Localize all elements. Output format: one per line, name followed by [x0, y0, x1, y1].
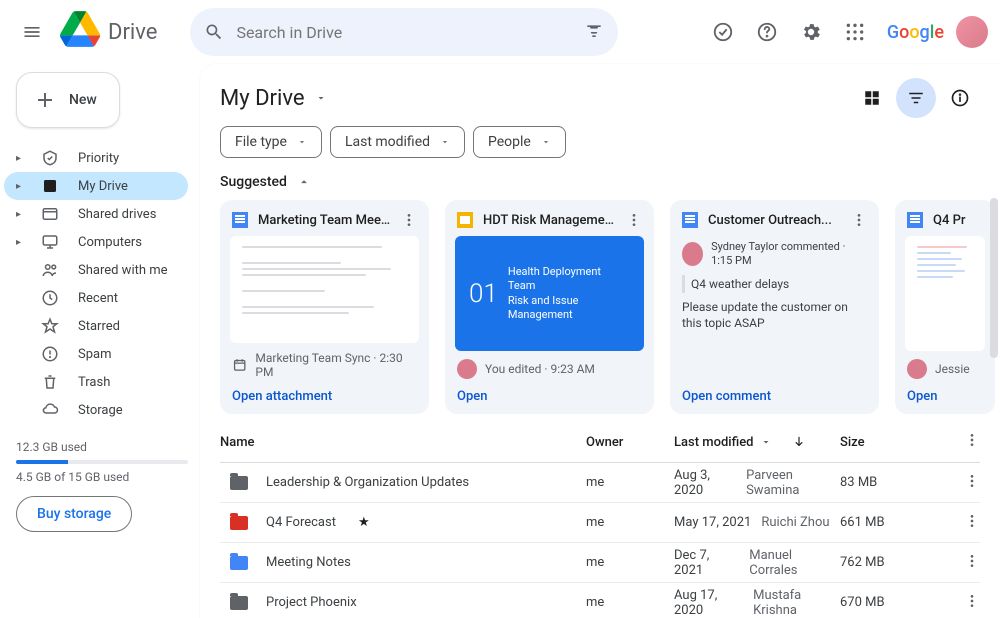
chevron-right-icon: ▸ — [16, 237, 26, 248]
column-menu[interactable] — [950, 432, 980, 452]
main-content: My Drive File typeLast modifiedPeople Su… — [200, 64, 1000, 618]
buy-storage-button[interactable]: Buy storage — [16, 496, 132, 532]
row-more-button[interactable] — [950, 593, 980, 613]
chevron-right-icon: ▸ — [16, 153, 26, 164]
ready-offline-icon[interactable] — [703, 12, 743, 52]
plus-icon — [33, 88, 57, 112]
folder-icon — [230, 516, 248, 530]
layout-grid-button[interactable] — [852, 78, 892, 118]
chevron-down-icon — [315, 92, 327, 104]
avatar — [907, 359, 927, 379]
card-title: HDT Risk Management — [483, 213, 616, 228]
chevron-up-icon — [297, 175, 311, 189]
storage-used: 12.3 GB used — [16, 440, 188, 454]
sidebar-item-storage[interactable]: Storage — [4, 396, 188, 424]
card-thumbnail — [230, 236, 419, 343]
search-options-icon[interactable] — [584, 22, 604, 42]
column-name[interactable]: Name — [220, 435, 586, 450]
account-avatar[interactable] — [956, 16, 988, 48]
card-title: Marketing Team Meetin... — [258, 213, 391, 228]
sidebar-item-priority[interactable]: ▸Priority — [4, 144, 188, 172]
card-thumbnail — [905, 236, 985, 351]
google-logo: Google — [887, 22, 944, 43]
comment-body: Please update the customer on this topic… — [682, 299, 867, 333]
sidebar-item-shared-drives[interactable]: ▸Shared drives — [4, 200, 188, 228]
card-title: Customer Outreach... — [708, 213, 841, 228]
table-row[interactable]: Leadership & Organization UpdatesmeAug 3… — [220, 463, 980, 503]
folder-icon — [230, 476, 248, 490]
suggested-card[interactable]: HDT Risk Management 01 Health Deployment… — [445, 200, 654, 414]
drive-icon — [60, 9, 100, 55]
chevron-down-icon — [541, 137, 551, 147]
more-icon[interactable] — [401, 212, 417, 228]
row-more-button[interactable] — [950, 473, 980, 493]
avatar — [457, 359, 477, 379]
storage-quota: 4.5 GB of 15 GB used — [16, 470, 188, 484]
folder-icon — [230, 596, 248, 610]
column-owner[interactable]: Owner — [586, 435, 674, 450]
slides-icon — [457, 212, 473, 228]
sidebar-item-recent[interactable]: Recent — [4, 284, 188, 312]
settings-icon[interactable] — [791, 12, 831, 52]
sidebar-item-computers[interactable]: ▸Computers — [4, 228, 188, 256]
chevron-down-icon — [297, 137, 307, 147]
drive-logo[interactable]: Drive — [60, 9, 157, 55]
chevron-down-icon — [440, 137, 450, 147]
more-icon[interactable] — [626, 212, 642, 228]
new-button[interactable]: New — [16, 72, 120, 128]
card-action[interactable]: Open — [905, 383, 985, 404]
main-menu-button[interactable] — [12, 12, 52, 52]
help-icon[interactable] — [747, 12, 787, 52]
table-row[interactable]: Q4 Forecast★meMay 17, 2021 Ruichi Zhou66… — [220, 503, 980, 543]
table-row[interactable]: Project PhoenixmeAug 17, 2020 Mustafa Kr… — [220, 583, 980, 618]
sidebar-item-trash[interactable]: Trash — [4, 368, 188, 396]
sidebar-item-starred[interactable]: Starred — [4, 312, 188, 340]
suggested-card[interactable]: Customer Outreach... Sydney Taylor comme… — [670, 200, 879, 414]
row-more-button[interactable] — [950, 513, 980, 533]
card-title: Q4 Pr — [933, 213, 983, 228]
suggested-section-toggle[interactable]: Suggested — [200, 170, 1000, 200]
suggested-card[interactable]: Q4 Pr Jessie Open — [895, 200, 995, 414]
product-name: Drive — [108, 20, 157, 45]
sort-arrow-down-icon[interactable] — [792, 435, 806, 449]
view-filter-button[interactable] — [896, 78, 936, 118]
chevron-right-icon: ▸ — [16, 181, 26, 192]
card-action[interactable]: Open — [455, 383, 644, 404]
more-icon[interactable] — [851, 212, 867, 228]
filter-chip-file-type[interactable]: File type — [220, 126, 322, 158]
info-button[interactable] — [940, 78, 980, 118]
apps-icon[interactable] — [835, 12, 875, 52]
filter-chip-people[interactable]: People — [473, 126, 566, 158]
doc-icon — [682, 212, 698, 228]
card-action[interactable]: Open attachment — [230, 383, 419, 404]
card-action[interactable]: Open comment — [680, 383, 869, 404]
scrollbar[interactable] — [990, 198, 998, 358]
storage-bar — [16, 460, 188, 464]
search-icon — [204, 22, 224, 42]
star-icon: ★ — [358, 515, 370, 530]
page-title[interactable]: My Drive — [220, 86, 327, 111]
doc-icon — [907, 212, 923, 228]
search-input[interactable] — [236, 23, 572, 42]
chevron-down-icon — [760, 436, 772, 448]
folder-icon — [230, 556, 248, 570]
column-size[interactable]: Size — [840, 435, 950, 450]
search-bar[interactable] — [190, 8, 618, 56]
filter-chip-last-modified[interactable]: Last modified — [330, 126, 465, 158]
row-more-button[interactable] — [950, 553, 980, 573]
calendar-icon — [232, 357, 247, 373]
sidebar-item-my-drive[interactable]: ▸My Drive — [4, 172, 188, 200]
doc-icon — [232, 212, 248, 228]
comment-subject: Q4 weather delays — [682, 275, 867, 293]
card-thumbnail: 01 Health Deployment TeamRisk and Issue … — [455, 236, 644, 351]
chevron-right-icon: ▸ — [16, 209, 26, 220]
sidebar-item-spam[interactable]: Spam — [4, 340, 188, 368]
sidebar: New ▸Priority▸My Drive▸Shared drives▸Com… — [0, 64, 200, 618]
column-modified[interactable]: Last modified — [674, 435, 840, 450]
avatar — [682, 242, 703, 266]
table-row[interactable]: Meeting NotesmeDec 7, 2021 Manuel Corral… — [220, 543, 980, 583]
sidebar-item-shared-with-me[interactable]: Shared with me — [4, 256, 188, 284]
suggested-card[interactable]: Marketing Team Meetin... Marketing Team … — [220, 200, 429, 414]
